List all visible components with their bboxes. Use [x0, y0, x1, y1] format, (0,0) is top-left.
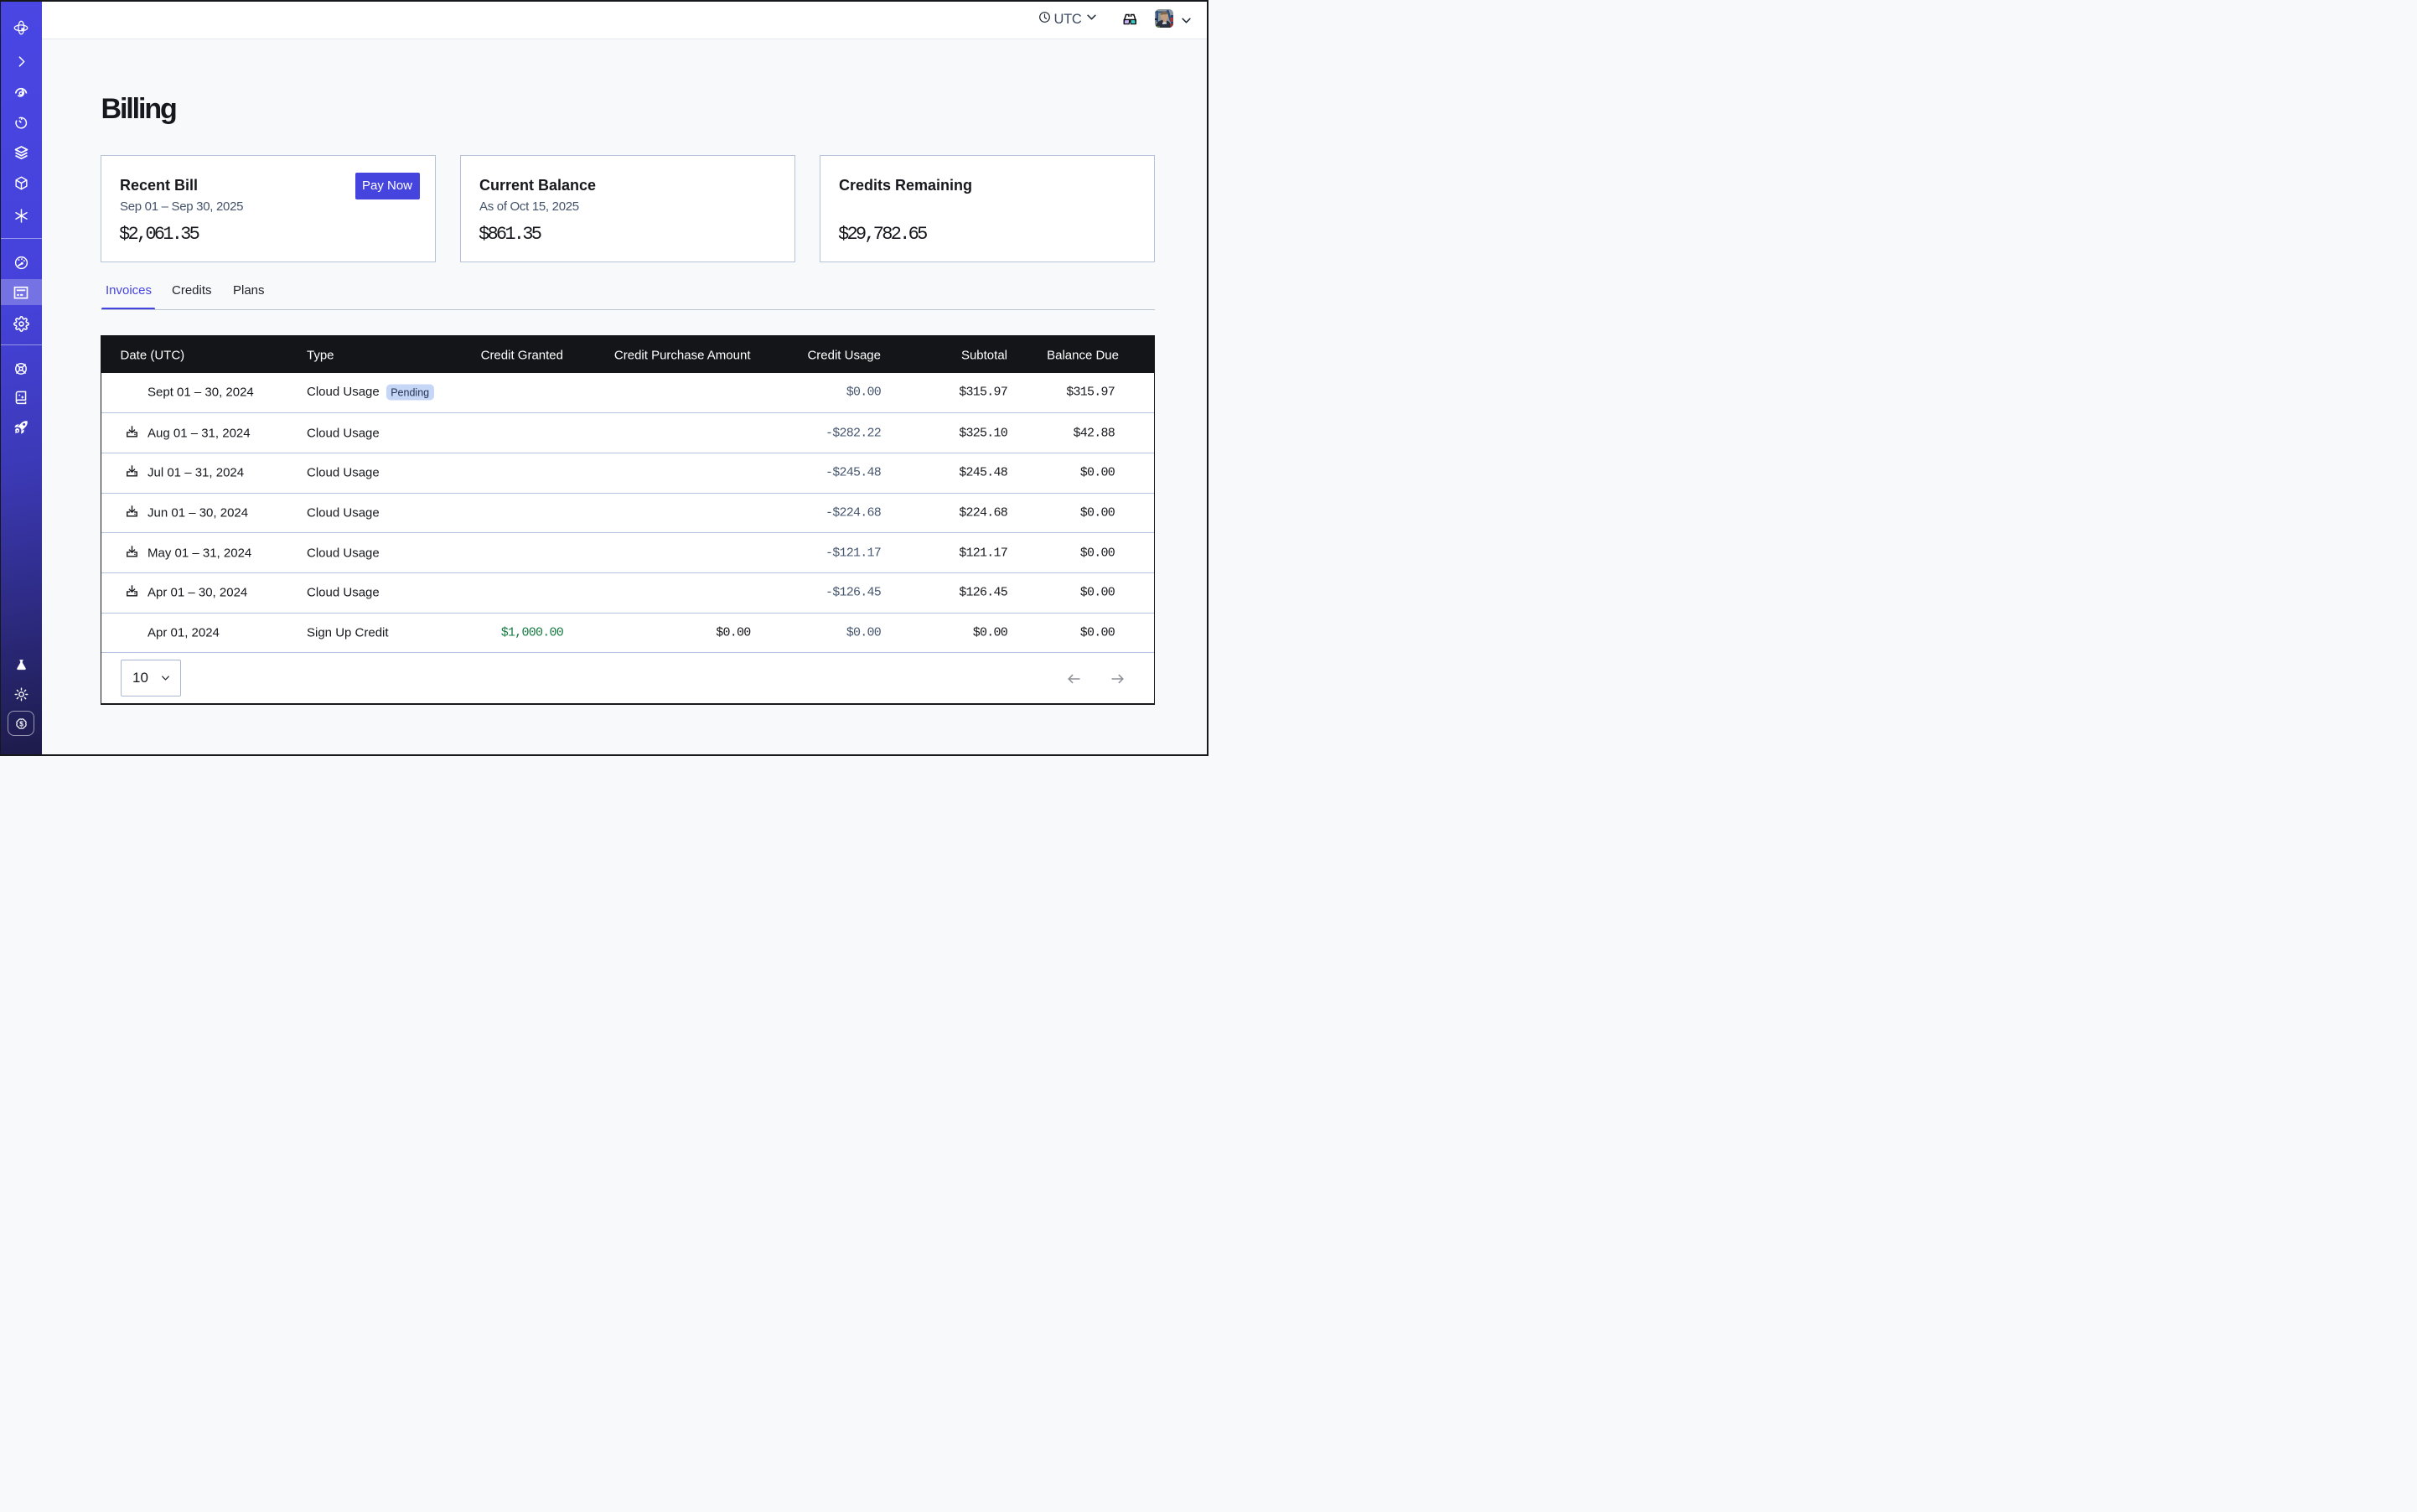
svg-text:$: $: [19, 719, 23, 728]
